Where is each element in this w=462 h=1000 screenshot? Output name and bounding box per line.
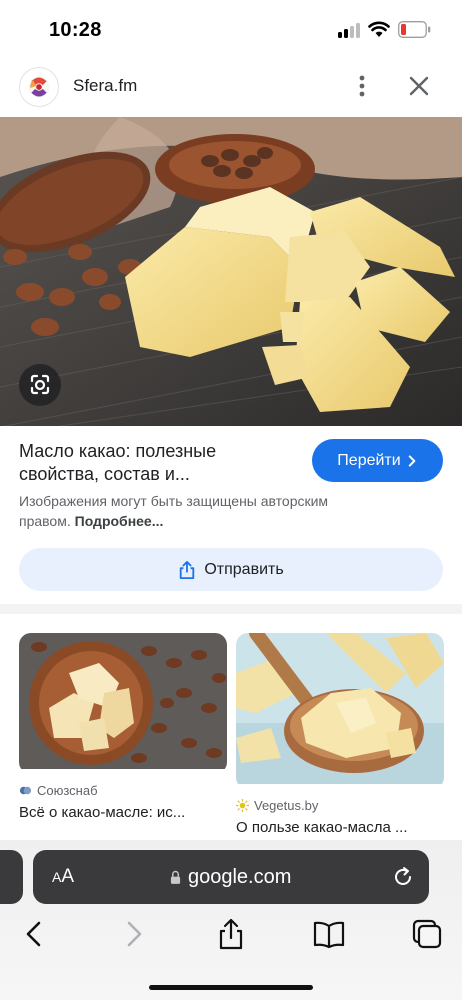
related-source-name: Союзснаб — [37, 783, 98, 798]
result-title[interactable]: Масло какао: полезные свойства, состав и… — [19, 440, 289, 486]
related-result-card[interactable]: Союзснаб Всё о какао-масле: ис... — [19, 633, 227, 821]
previous-tab-preview[interactable] — [0, 850, 23, 904]
share-button[interactable]: Отправить — [19, 548, 443, 591]
tabs-icon[interactable] — [410, 917, 444, 951]
related-source-name: Vegetus.by — [254, 798, 319, 813]
reload-icon[interactable] — [391, 865, 415, 889]
copyright-text: Изображения могут быть защищены авторски… — [19, 493, 329, 529]
site-name[interactable]: Sfera.fm — [73, 76, 137, 96]
back-icon[interactable] — [18, 917, 52, 951]
related-source: Vegetus.by — [236, 798, 444, 813]
related-image[interactable] — [236, 633, 444, 789]
visit-label: Перейти — [337, 451, 401, 469]
status-time: 10:28 — [49, 19, 102, 41]
lock-icon — [170, 870, 181, 884]
signal-icon — [338, 22, 362, 38]
visit-button[interactable]: Перейти — [312, 439, 443, 482]
wifi-icon — [368, 21, 390, 37]
related-title[interactable]: Всё о какао-масле: ис... — [19, 804, 227, 821]
site-logo[interactable] — [19, 67, 59, 107]
status-bar: 10:28 — [0, 0, 462, 58]
related-result-card[interactable]: Vegetus.by О пользе какао-масла ... — [236, 633, 444, 836]
lens-icon[interactable] — [19, 364, 61, 406]
source-header: Sfera.fm — [0, 64, 462, 110]
share-page-icon[interactable] — [214, 917, 248, 951]
main-image[interactable] — [0, 117, 462, 426]
related-source: Союзснаб — [19, 783, 227, 798]
copyright-more-link[interactable]: Подробнее... — [75, 513, 164, 529]
bookmarks-icon[interactable] — [312, 917, 346, 951]
home-indicator — [149, 985, 313, 990]
site-favicon-icon — [19, 786, 32, 795]
more-vert-icon[interactable] — [350, 72, 374, 100]
related-title[interactable]: О пользе какао-масла ... — [236, 819, 444, 836]
close-icon[interactable] — [405, 72, 433, 100]
related-image[interactable] — [19, 633, 227, 774]
share-icon — [180, 560, 195, 579]
page-settings-button[interactable]: AA — [52, 866, 74, 888]
site-favicon-icon — [236, 799, 249, 812]
battery-icon — [398, 21, 431, 38]
copyright-notice: Изображения могут быть защищены авторски… — [19, 491, 369, 531]
chevron-right-icon — [408, 454, 416, 467]
url-text: google.com — [188, 866, 292, 888]
section-divider — [0, 604, 462, 614]
url-field[interactable]: google.com — [170, 866, 291, 889]
share-label: Отправить — [204, 560, 284, 578]
forward-icon[interactable] — [116, 917, 150, 951]
